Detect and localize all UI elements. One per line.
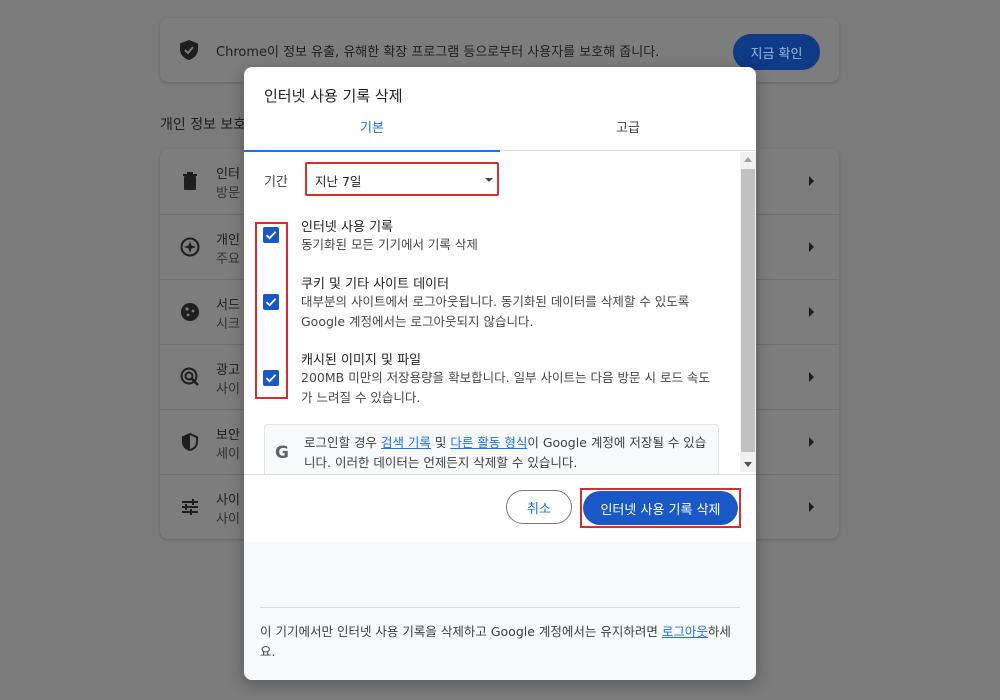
other-activity-link[interactable]: 다른 활동 형식 bbox=[450, 435, 527, 450]
cookie-icon bbox=[180, 302, 200, 322]
footer-divider bbox=[244, 474, 756, 475]
privacy-guide-icon bbox=[180, 237, 200, 257]
option-title-cache: 캐시된 이미지 및 파일 bbox=[301, 353, 422, 368]
google-notice-text: 로그인할 경우 검색 기록 및 다른 활동 형식이 Google 계정에 저장될… bbox=[304, 435, 707, 470]
ad-privacy-icon bbox=[180, 367, 200, 387]
tune-icon bbox=[180, 497, 200, 517]
option-desc-cache: 200MB 미만의 저장용량을 확보합니다. 일부 사이트는 다음 방문 시 로… bbox=[301, 370, 710, 405]
dialog-scroll-area: 기간 지난 7일 인터넷 사용 기록 동기화된 모든 기기에서 기록 삭제 쿠키… bbox=[244, 152, 756, 474]
clear-browsing-data-dialog: 인터넷 사용 기록 삭제 기본 고급 기간 지난 7일 인터넷 사용 기록 동기… bbox=[244, 67, 756, 680]
signout-link[interactable]: 로그아웃 bbox=[662, 624, 708, 639]
checkbox-browsing-history[interactable] bbox=[263, 227, 279, 243]
safety-check-text: Chrome이 정보 유출, 유해한 확장 프로그램 등으로부터 사용자를 보호… bbox=[216, 45, 660, 60]
trash-icon bbox=[180, 171, 200, 191]
check-now-button[interactable]: 지금 확인 bbox=[733, 34, 820, 70]
chevron-right-icon bbox=[809, 437, 814, 447]
option-title-cookies: 쿠키 및 기타 사이트 데이터 bbox=[301, 277, 450, 292]
privacy-section-title: 개인 정보 보호 bbox=[160, 117, 247, 133]
chevron-right-icon bbox=[809, 307, 814, 317]
delete-button-highlight: 인터넷 사용 기록 삭제 bbox=[580, 488, 741, 528]
chevron-right-icon bbox=[809, 176, 814, 186]
checkbox-cookies[interactable] bbox=[263, 294, 279, 310]
scroll-down-arrow-icon[interactable] bbox=[744, 462, 752, 467]
signout-note: 이 기기에서만 인터넷 사용 기록을 삭제하고 Google 계정에서는 유지하… bbox=[260, 624, 731, 659]
dialog-title: 인터넷 사용 기록 삭제 bbox=[264, 87, 403, 105]
dialog-tabs: 기본 고급 bbox=[244, 117, 756, 152]
option-title-history: 인터넷 사용 기록 bbox=[301, 220, 393, 235]
chevron-right-icon bbox=[809, 242, 814, 252]
shield-icon bbox=[180, 432, 200, 452]
cancel-button[interactable]: 취소 bbox=[506, 490, 572, 524]
checkbox-cache[interactable] bbox=[263, 370, 279, 386]
search-history-link[interactable]: 검색 기록 bbox=[381, 435, 431, 450]
chevron-right-icon bbox=[809, 372, 814, 382]
scroll-up-arrow-icon[interactable] bbox=[744, 157, 752, 162]
lower-divider bbox=[260, 607, 740, 608]
tab-basic[interactable]: 기본 bbox=[244, 117, 500, 152]
time-range-select[interactable]: 지난 7일 bbox=[305, 162, 499, 196]
option-desc-history: 동기화된 모든 기기에서 기록 삭제 bbox=[301, 237, 478, 252]
google-logo-icon: G bbox=[275, 443, 289, 463]
time-range-label: 기간 bbox=[264, 175, 288, 190]
scrollbar-thumb[interactable] bbox=[741, 169, 755, 452]
dialog-lower-area: 이 기기에서만 인터넷 사용 기록을 삭제하고 Google 계정에서는 유지하… bbox=[244, 542, 756, 680]
dialog-scrollbar[interactable] bbox=[740, 152, 756, 472]
option-desc-cookies: 대부분의 사이트에서 로그아웃됩니다. 동기화된 데이터를 삭제할 수 있도록 … bbox=[301, 294, 690, 329]
dropdown-arrow-icon bbox=[485, 178, 493, 182]
clear-data-button[interactable]: 인터넷 사용 기록 삭제 bbox=[583, 491, 738, 525]
time-range-value: 지난 7일 bbox=[315, 174, 362, 189]
shield-check-icon bbox=[180, 40, 198, 60]
chevron-right-icon bbox=[809, 502, 814, 512]
tab-advanced[interactable]: 고급 bbox=[500, 117, 756, 151]
google-account-notice: G 로그인할 경우 검색 기록 및 다른 활동 형식이 Google 계정에 저… bbox=[264, 424, 719, 474]
